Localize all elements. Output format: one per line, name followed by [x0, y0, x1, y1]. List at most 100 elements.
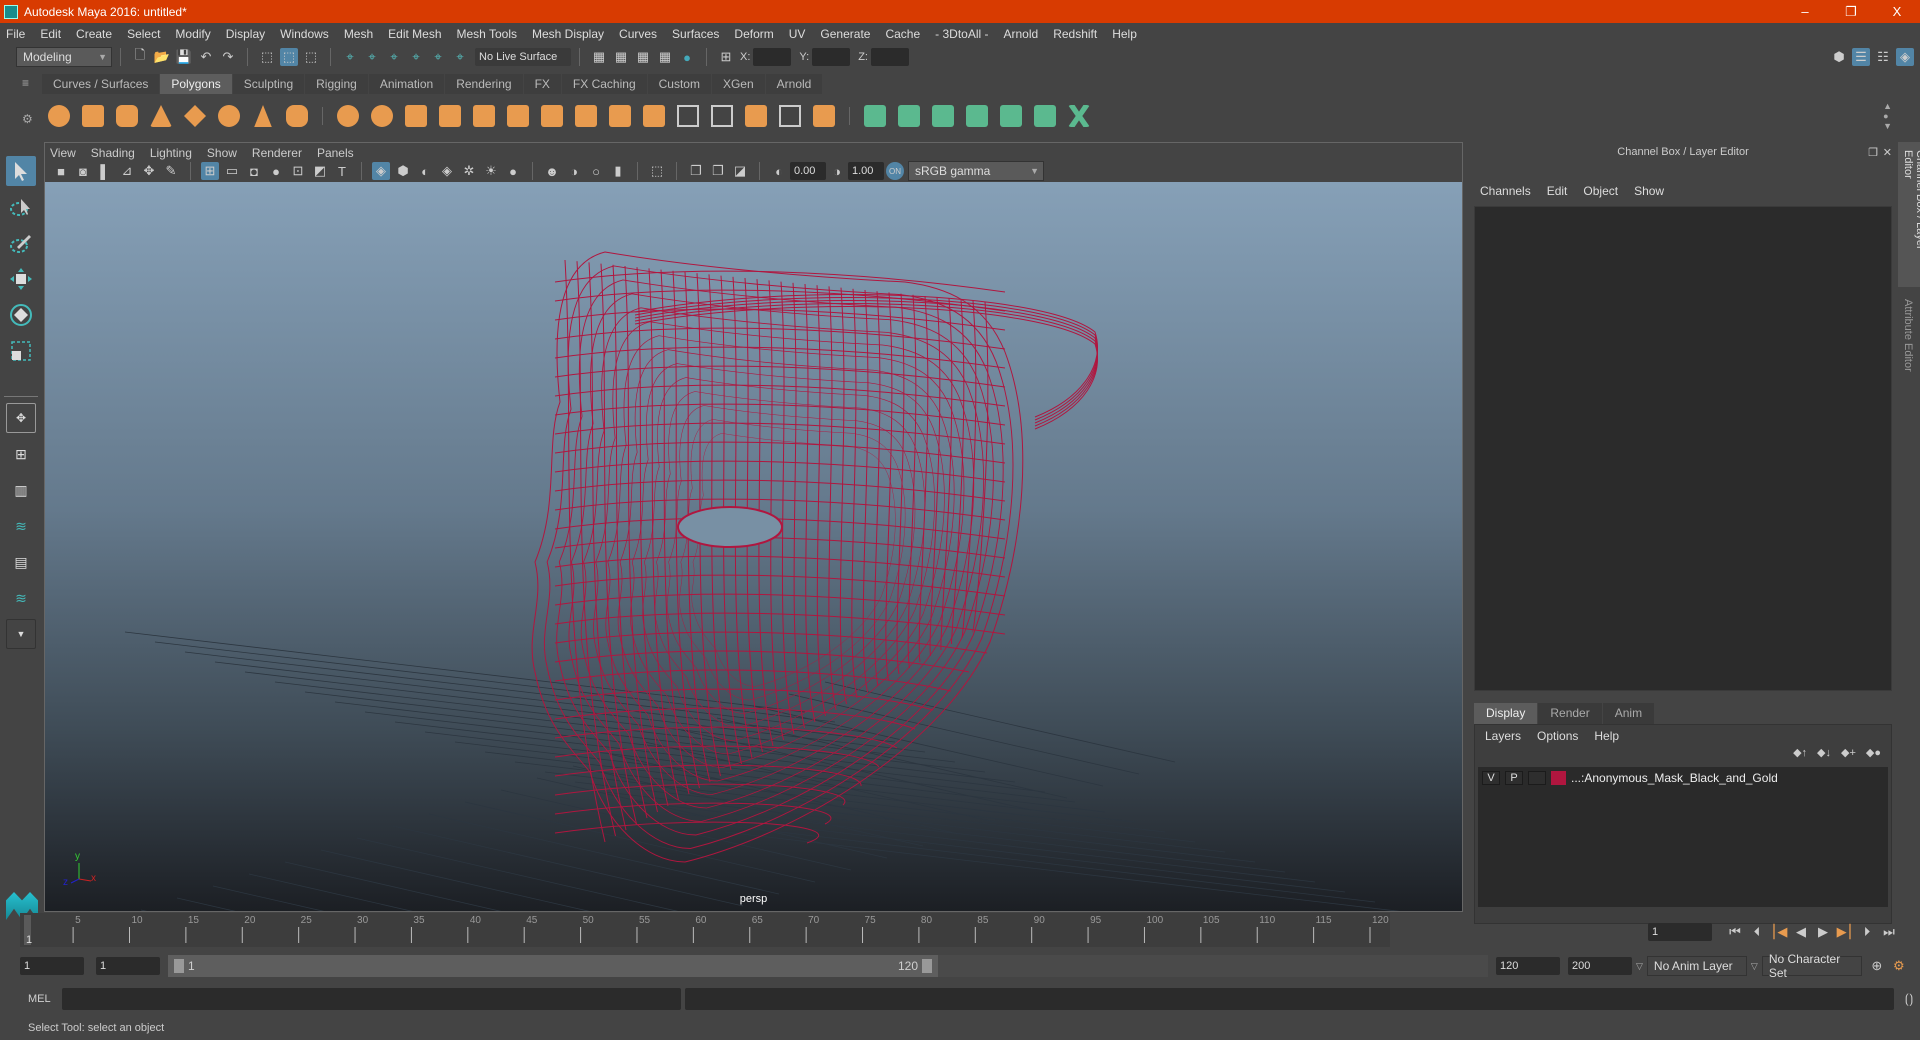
snap-view-plane-icon[interactable]: ⌖ [407, 48, 425, 66]
undo-icon[interactable]: ↶ [197, 48, 215, 66]
single-perspective-layout-icon[interactable]: ✥ [6, 403, 36, 433]
menu-3dtoall[interactable]: - 3DtoAll - [935, 27, 988, 41]
outliner-persp-layout-icon[interactable]: ▥ [6, 475, 36, 505]
xray-joints-icon[interactable]: ❐ [687, 162, 705, 180]
exposure-field[interactable]: 0.00 [790, 162, 826, 180]
layer-visibility-toggle[interactable]: V [1482, 771, 1500, 785]
make-live-icon[interactable]: ⌖ [451, 48, 469, 66]
cb-menu-channels[interactable]: Channels [1480, 184, 1531, 198]
scroll-down-icon[interactable]: ▼ [1883, 121, 1892, 131]
script-editor-icon[interactable]: ⟮⟯ [1900, 990, 1918, 1008]
cb-menu-object[interactable]: Object [1583, 184, 1618, 198]
poly-pyramid-icon[interactable] [249, 102, 277, 130]
layer-color-swatch[interactable] [1551, 771, 1566, 785]
planar-uv-icon[interactable] [861, 102, 889, 130]
motion-blur-icon[interactable]: ◑ [565, 162, 583, 180]
snap-point-icon[interactable]: ⌖ [385, 48, 403, 66]
menu-uv[interactable]: UV [789, 27, 806, 41]
2d-pan-zoom-icon[interactable]: ✥ [140, 162, 158, 180]
vp-menu-renderer[interactable]: Renderer [252, 146, 302, 160]
modeling-toolkit-icon[interactable]: ⬢ [1830, 48, 1848, 66]
layer-tab-anim[interactable]: Anim [1602, 703, 1655, 724]
lasso-tool-icon[interactable] [6, 192, 36, 222]
menu-modify[interactable]: Modify [175, 27, 210, 41]
anim-layer-dropdown[interactable]: No Anim Layer [1646, 956, 1747, 976]
rotate-tool-icon[interactable] [6, 300, 36, 330]
shelf-tab-rendering[interactable]: Rendering [445, 74, 523, 94]
3d-viewport[interactable]: persp y x z [45, 182, 1462, 911]
range-slider[interactable]: 1 120 [168, 955, 938, 977]
four-view-layout-icon[interactable]: ⊞ [6, 439, 36, 469]
step-forward-frame-icon[interactable]: ⏵ [1858, 923, 1876, 941]
cb-menu-show[interactable]: Show [1634, 184, 1664, 198]
command-input[interactable] [61, 988, 682, 1010]
shelf-tab-arnold[interactable]: Arnold [765, 74, 823, 94]
character-set-dropdown[interactable]: No Character Set [1761, 952, 1862, 980]
playback-start-field[interactable]: 1 [96, 957, 160, 975]
play-backwards-icon[interactable]: ◀ [1792, 923, 1810, 941]
le-menu-help[interactable]: Help [1594, 729, 1619, 743]
snap-curve-icon[interactable]: ⌖ [363, 48, 381, 66]
select-hierarchy-icon[interactable]: ⬚ [258, 48, 276, 66]
mirror-icon[interactable] [402, 102, 430, 130]
menu-surfaces[interactable]: Surfaces [672, 27, 719, 41]
move-tool-icon[interactable] [6, 264, 36, 294]
render-settings-icon[interactable]: ▦ [656, 48, 674, 66]
field-chart-icon[interactable]: ⊡ [289, 162, 307, 180]
scale-tool-icon[interactable] [6, 336, 36, 366]
paint-select-tool-icon[interactable] [6, 228, 36, 258]
shelf-tab-fx[interactable]: FX [523, 74, 561, 94]
float-panel-icon[interactable]: ❐ [1868, 146, 1878, 159]
safe-title-icon[interactable]: T [333, 162, 351, 180]
fill-hole-icon[interactable] [640, 102, 668, 130]
vp-menu-lighting[interactable]: Lighting [150, 146, 192, 160]
spherical-uv-icon[interactable] [929, 102, 957, 130]
shadows-icon[interactable]: ● [504, 162, 522, 180]
shelf-tab-polygons[interactable]: Polygons [160, 74, 232, 94]
isolate-select-icon[interactable]: ⬚ [648, 162, 666, 180]
cb-menu-edit[interactable]: Edit [1547, 184, 1568, 198]
node-editor-layout-icon[interactable]: ≋ [6, 583, 36, 613]
bridge-icon[interactable] [572, 102, 600, 130]
menu-edit[interactable]: Edit [40, 27, 61, 41]
cut-sew-uv-icon[interactable] [1065, 102, 1093, 130]
hypershade-icon[interactable]: ● [678, 48, 696, 66]
channel-box-toggle-icon[interactable]: ◈ [1896, 48, 1914, 66]
poly-sphere-icon[interactable] [45, 102, 73, 130]
le-menu-options[interactable]: Options [1537, 729, 1578, 743]
textured-icon[interactable]: ✲ [460, 162, 478, 180]
snap-surface-icon[interactable]: ⌖ [429, 48, 447, 66]
new-layer-selected-icon[interactable]: ◆● [1866, 746, 1881, 759]
color-management-toggle-icon[interactable]: ON [886, 162, 904, 180]
shelf-tab-fx-caching[interactable]: FX Caching [561, 74, 647, 94]
vp-menu-shading[interactable]: Shading [91, 146, 135, 160]
camera-select-icon[interactable]: ■ [52, 162, 70, 180]
auto-key-icon[interactable]: ⊕ [1868, 957, 1886, 975]
tool-settings-icon[interactable]: ☷ [1874, 48, 1892, 66]
x-field[interactable] [753, 48, 792, 66]
vp-menu-show[interactable]: Show [207, 146, 237, 160]
redo-icon[interactable]: ↷ [219, 48, 237, 66]
new-empty-layer-icon[interactable]: ◆+ [1841, 746, 1856, 759]
grid-toggle-icon[interactable]: ⊞ [201, 162, 219, 180]
open-scene-icon[interactable]: 📂 [153, 48, 171, 66]
menu-mesh-tools[interactable]: Mesh Tools [457, 27, 517, 41]
menu-arnold[interactable]: Arnold [1004, 27, 1039, 41]
step-back-key-icon[interactable]: ⎮◀ [1770, 923, 1788, 941]
shelf-tab-custom[interactable]: Custom [647, 74, 711, 94]
step-forward-key-icon[interactable]: ▶⎮ [1836, 923, 1854, 941]
insert-edge-loop-icon[interactable] [674, 102, 702, 130]
shelf-tab-xgen[interactable]: XGen [711, 74, 765, 94]
save-scene-icon[interactable]: 💾 [175, 48, 193, 66]
transform-input-icon[interactable]: ⊞ [717, 48, 735, 66]
step-back-frame-icon[interactable]: ⏴ [1748, 923, 1766, 941]
ipr-render-icon[interactable]: ▦ [634, 48, 652, 66]
menu-windows[interactable]: Windows [280, 27, 329, 41]
menu-select[interactable]: Select [127, 27, 160, 41]
menu-deform[interactable]: Deform [734, 27, 773, 41]
layer-name[interactable]: ...:Anonymous_Mask_Black_and_Gold [1571, 771, 1778, 785]
shelf-settings-gear-icon[interactable]: ⚙ [22, 112, 33, 126]
menu-mesh-display[interactable]: Mesh Display [532, 27, 604, 41]
cylindrical-uv-icon[interactable] [895, 102, 923, 130]
poly-pipe-icon[interactable] [283, 102, 311, 130]
